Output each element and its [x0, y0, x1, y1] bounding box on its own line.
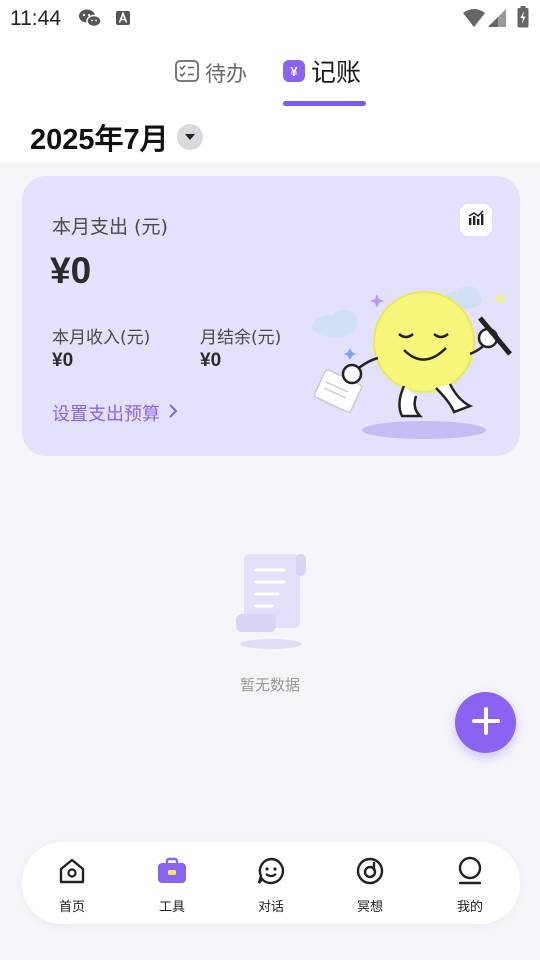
home-icon: [57, 856, 87, 890]
a-icon: [115, 10, 131, 30]
add-record-button[interactable]: [455, 692, 516, 753]
plus-icon: [471, 706, 501, 740]
sun-mascot-illustration: [304, 284, 520, 448]
wechat-icon: [78, 8, 102, 34]
stats-chart-icon: [467, 209, 485, 231]
empty-state-text: 暂无数据: [239, 676, 300, 694]
tab-ledger[interactable]: ¥ 记账: [283, 53, 361, 89]
wifi-icon: [462, 8, 486, 32]
expense-value: ¥0: [50, 250, 92, 291]
set-budget-link[interactable]: 设置支出预算: [52, 400, 178, 426]
chat-smile-icon: [256, 856, 286, 890]
tab-todo[interactable]: 待办: [175, 55, 247, 91]
bottom-nav: 首页 工具 对话 冥想 我的: [22, 842, 520, 924]
tab-todo-label: 待办: [205, 62, 247, 86]
set-budget-label: 设置支出预算: [52, 404, 160, 425]
chevron-right-icon: [168, 403, 178, 424]
signal-icon: [487, 8, 507, 32]
nav-label-meditation: 冥想: [356, 900, 383, 915]
nav-item-tools[interactable]: 工具: [132, 856, 212, 915]
nav-item-home[interactable]: 首页: [32, 856, 112, 915]
nav-item-profile[interactable]: 我的: [430, 856, 510, 915]
tab-ledger-label: 记账: [311, 58, 362, 87]
status-time: 11:44: [10, 7, 61, 30]
income-value: ¥0: [52, 350, 74, 371]
active-tab-indicator: [283, 101, 366, 106]
top-tabs: 待办 ¥ 记账: [0, 52, 540, 106]
toolbox-icon: [157, 856, 187, 890]
page-header: 待办 ¥ 记账 2025年7月: [0, 38, 540, 162]
stats-chart-button[interactable]: [460, 204, 492, 236]
expense-label: 本月支出 (元): [52, 216, 168, 238]
todo-list-icon: [175, 60, 199, 86]
meditation-icon: [355, 856, 385, 890]
yen-badge-icon: ¥: [283, 60, 305, 82]
nav-label-home: 首页: [58, 900, 85, 915]
battery-icon: [517, 6, 529, 32]
empty-scroll-icon: [232, 552, 310, 656]
balance-label: 月结余(元): [200, 328, 282, 348]
caret-down-icon: [176, 124, 203, 150]
income-label: 本月收入(元): [52, 328, 151, 348]
balance-value: ¥0: [200, 350, 222, 371]
month-selector[interactable]: 2025年7月: [30, 116, 203, 158]
nav-item-chat[interactable]: 对话: [231, 856, 311, 915]
profile-icon: [455, 856, 485, 890]
month-label: 2025年7月: [30, 124, 169, 156]
monthly-summary-card: 本月支出 (元) ¥0 本月收入(元) ¥0 月结余(元) ¥0 设置支出预算: [22, 176, 520, 456]
nav-label-tools: 工具: [158, 900, 185, 915]
nav-label-profile: 我的: [456, 900, 483, 915]
status-bar: 11:44: [0, 0, 540, 38]
nav-item-meditation[interactable]: 冥想: [330, 856, 410, 915]
nav-label-chat: 对话: [257, 900, 284, 915]
